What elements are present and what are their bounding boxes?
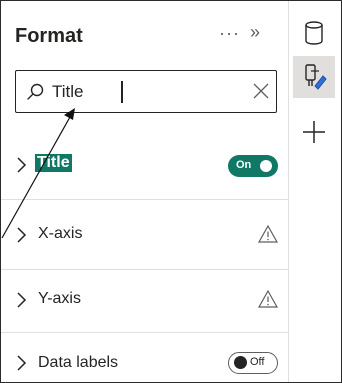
ellipsis-icon[interactable]: ··· <box>219 23 240 44</box>
card-x-axis[interactable]: X-axis <box>1 199 289 269</box>
search-input[interactable] <box>52 79 232 105</box>
toggle-state-label: Off <box>250 356 265 368</box>
card-label: Y-axis <box>38 290 81 307</box>
card-label: Title <box>35 154 72 172</box>
title-toggle[interactable]: On <box>228 155 278 177</box>
card-title[interactable]: Title On <box>1 129 289 199</box>
search-icon <box>27 83 44 100</box>
toggle-knob <box>234 356 247 369</box>
warning-icon <box>257 289 279 308</box>
card-label: Data labels <box>38 354 119 371</box>
warning-icon <box>257 224 279 243</box>
data-cylinder-icon <box>305 21 323 45</box>
data-labels-toggle[interactable]: Off <box>228 352 278 374</box>
toggle-knob <box>260 160 272 172</box>
pane-switcher-rail <box>290 1 341 382</box>
chevron-right-icon <box>17 227 27 243</box>
text-caret <box>121 81 123 103</box>
pane-title: Format <box>15 25 83 47</box>
format-paintbrush-icon <box>305 64 327 90</box>
close-icon[interactable] <box>252 82 270 100</box>
card-label: X-axis <box>38 225 83 242</box>
plus-icon <box>303 121 325 143</box>
toggle-state-label: On <box>236 159 252 171</box>
format-pane-button[interactable] <box>293 56 335 98</box>
chevron-right-icon <box>17 157 27 173</box>
double-chevron-right-icon[interactable]: » <box>250 22 260 43</box>
format-pane: Format ··· » Title On X-axis <box>1 1 289 382</box>
card-y-axis[interactable]: Y-axis <box>1 269 289 339</box>
add-pane-button[interactable] <box>293 111 335 153</box>
pane-header: Format ··· » <box>1 1 289 53</box>
chevron-right-icon <box>17 292 27 308</box>
search-box <box>15 70 277 113</box>
card-data-labels[interactable]: Data labels Off <box>1 332 289 382</box>
data-pane-button[interactable] <box>293 13 335 55</box>
chevron-right-icon <box>17 355 27 371</box>
